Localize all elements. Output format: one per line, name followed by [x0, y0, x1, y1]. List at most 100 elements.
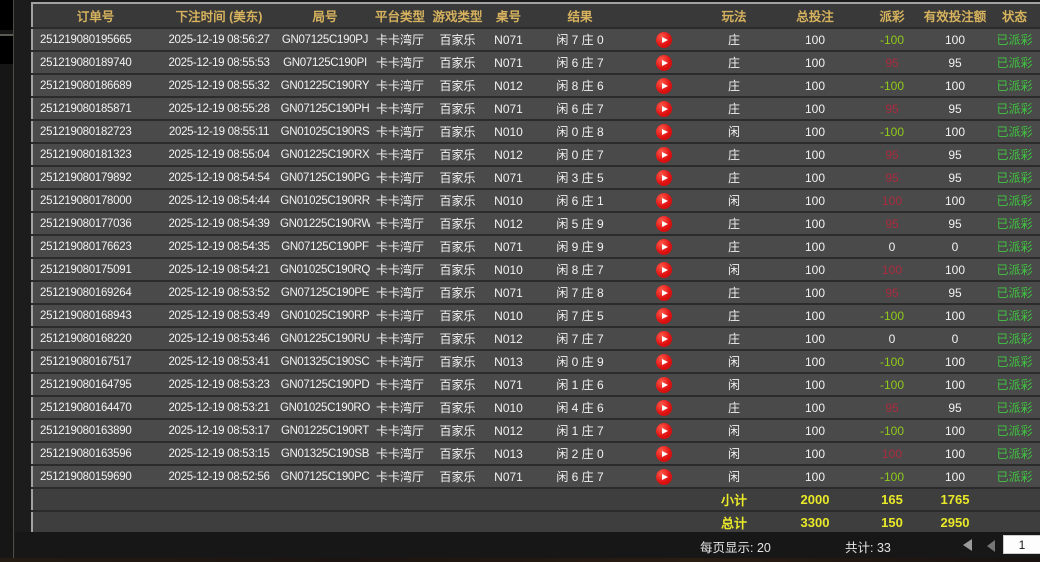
bet-time-cell: 2025-12-19 08:53:49	[158, 304, 280, 328]
header-replay	[628, 3, 700, 29]
round-cell: GN07125C190PE	[280, 281, 370, 305]
replay-play-icon[interactable]	[656, 284, 672, 301]
header-table-no: 桌号	[485, 3, 532, 29]
total-bet-cell: 100	[768, 74, 862, 98]
game-type-cell: 百家乐	[430, 120, 485, 144]
status-cell: 已派彩	[988, 166, 1040, 190]
replay-play-icon[interactable]	[656, 468, 672, 485]
play-triangle-icon	[662, 358, 668, 365]
replay-play-icon[interactable]	[656, 146, 672, 163]
status-cell: 已派彩	[988, 350, 1040, 374]
result-cell: 闲 0 庄 9	[532, 350, 628, 374]
side-panel-block	[0, 34, 13, 64]
table-no-cell: N071	[485, 373, 532, 397]
result-cell: 闲 8 庄 6	[532, 74, 628, 98]
round-cell: GN01325C190SB	[280, 442, 370, 466]
replay-cell	[628, 304, 700, 328]
replay-play-icon[interactable]	[656, 261, 672, 278]
replay-play-icon[interactable]	[656, 123, 672, 140]
order-cell: 251219080164470	[32, 396, 158, 420]
replay-play-icon[interactable]	[656, 169, 672, 186]
result-cell: 闲 7 庄 0	[532, 28, 628, 52]
platform-cell: 卡卡湾厅	[370, 120, 430, 144]
round-cell: GN01025C190RQ	[280, 258, 370, 282]
first-page-icon[interactable]	[963, 539, 972, 551]
total-bet-cell: 100	[768, 465, 862, 489]
left-edge-panel	[0, 0, 14, 562]
result-cell: 闲 6 庄 1	[532, 189, 628, 213]
play-type-cell: 庄	[700, 212, 768, 236]
valid-bet-cell: 95	[922, 51, 988, 75]
replay-play-icon[interactable]	[656, 353, 672, 370]
replay-cell	[628, 28, 700, 52]
play-triangle-icon	[662, 36, 668, 43]
play-type-cell: 闲	[700, 419, 768, 443]
prev-page-icon[interactable]	[987, 540, 995, 552]
replay-play-icon[interactable]	[656, 31, 672, 48]
header-total-bet: 总投注	[768, 3, 862, 29]
replay-play-icon[interactable]	[656, 238, 672, 255]
bet-records-table: 订单号 下注时间 (美东) 局号 平台类型 游戏类型 桌号 结果 玩法 总投注 …	[31, 2, 1040, 535]
replay-play-icon[interactable]	[656, 399, 672, 416]
play-triangle-icon	[662, 381, 668, 388]
replay-cell	[628, 120, 700, 144]
bet-time-cell: 2025-12-19 08:53:46	[158, 327, 280, 351]
game-type-cell: 百家乐	[430, 281, 485, 305]
replay-play-icon[interactable]	[656, 376, 672, 393]
game-type-cell: 百家乐	[430, 143, 485, 167]
platform-cell: 卡卡湾厅	[370, 327, 430, 351]
valid-bet-cell: 95	[922, 281, 988, 305]
replay-play-icon[interactable]	[656, 77, 672, 94]
replay-cell	[628, 327, 700, 351]
bet-time-cell: 2025-12-19 08:53:23	[158, 373, 280, 397]
replay-play-icon[interactable]	[656, 54, 672, 71]
total-bet-cell: 100	[768, 373, 862, 397]
replay-play-icon[interactable]	[656, 445, 672, 462]
table-no-cell: N071	[485, 235, 532, 259]
play-type-cell: 庄	[700, 28, 768, 52]
result-cell: 闲 6 庄 7	[532, 465, 628, 489]
total-bet-cell: 100	[768, 143, 862, 167]
order-cell: 251219080178000	[32, 189, 158, 213]
payout-cell: -100	[862, 304, 922, 328]
total-bet-cell: 100	[768, 28, 862, 52]
play-type-cell: 庄	[700, 51, 768, 75]
bet-time-cell: 2025-12-19 08:55:53	[158, 51, 280, 75]
table-no-cell: N010	[485, 120, 532, 144]
play-triangle-icon	[662, 105, 668, 112]
replay-cell	[628, 212, 700, 236]
grand-total-payout: 150	[862, 511, 922, 534]
replay-play-icon[interactable]	[656, 422, 672, 439]
replay-play-icon[interactable]	[656, 100, 672, 117]
order-cell: 251219080189740	[32, 51, 158, 75]
table-row: 251219080178000 2025-12-19 08:54:44 GN01…	[32, 189, 1040, 213]
status-cell: 已派彩	[988, 212, 1040, 236]
result-cell: 闲 2 庄 0	[532, 442, 628, 466]
subtotal-valid-bet: 1765	[922, 488, 988, 512]
round-cell: GN07125C190PD	[280, 373, 370, 397]
replay-cell	[628, 166, 700, 190]
table-row: 251219080164470 2025-12-19 08:53:21 GN01…	[32, 396, 1040, 420]
platform-cell: 卡卡湾厅	[370, 419, 430, 443]
table-row: 251219080163890 2025-12-19 08:53:17 GN01…	[32, 419, 1040, 443]
bet-time-cell: 2025-12-19 08:55:28	[158, 97, 280, 121]
replay-cell	[628, 258, 700, 282]
valid-bet-cell: 100	[922, 350, 988, 374]
platform-cell: 卡卡湾厅	[370, 166, 430, 190]
bet-time-cell: 2025-12-19 08:54:35	[158, 235, 280, 259]
replay-cell	[628, 419, 700, 443]
play-type-cell: 庄	[700, 143, 768, 167]
play-triangle-icon	[662, 128, 668, 135]
order-cell: 251219080177036	[32, 212, 158, 236]
replay-play-icon[interactable]	[656, 307, 672, 324]
replay-play-icon[interactable]	[656, 192, 672, 209]
table-row: 251219080168943 2025-12-19 08:53:49 GN01…	[32, 304, 1040, 328]
total-bet-cell: 100	[768, 304, 862, 328]
replay-play-icon[interactable]	[656, 215, 672, 232]
replay-play-icon[interactable]	[656, 330, 672, 347]
page-input[interactable]	[1003, 535, 1040, 554]
table-row: 251219080179892 2025-12-19 08:54:54 GN07…	[32, 166, 1040, 190]
bet-time-cell: 2025-12-19 08:53:52	[158, 281, 280, 305]
total-bet-cell: 100	[768, 120, 862, 144]
order-cell: 251219080181323	[32, 143, 158, 167]
